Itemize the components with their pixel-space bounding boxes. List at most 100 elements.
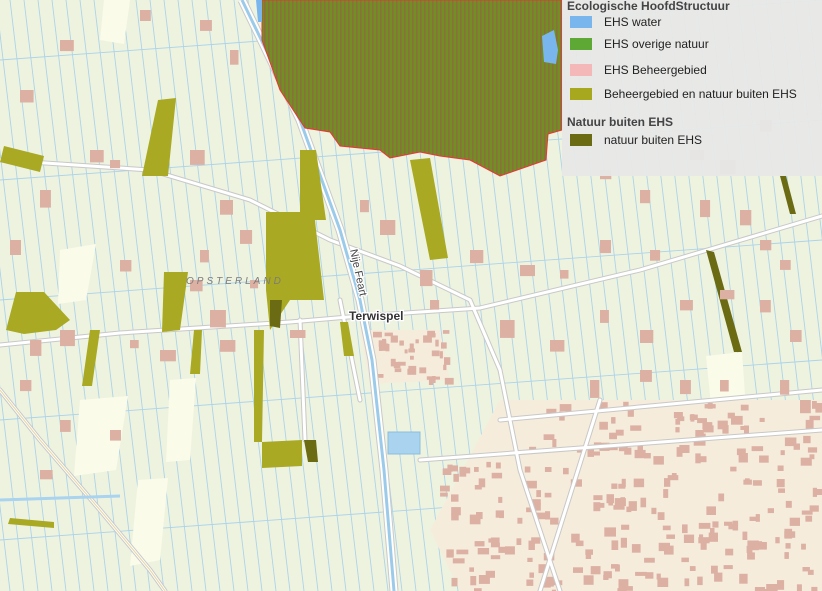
farm-building xyxy=(600,240,611,254)
building xyxy=(440,485,450,492)
farm-building xyxy=(120,260,132,272)
building xyxy=(447,464,453,472)
building xyxy=(440,492,448,497)
building xyxy=(524,466,531,473)
farm-building xyxy=(650,250,661,261)
building xyxy=(697,576,703,586)
building xyxy=(399,340,404,346)
building xyxy=(390,335,398,343)
building xyxy=(408,365,417,369)
farm-building xyxy=(200,20,212,31)
building xyxy=(657,512,665,520)
building xyxy=(618,483,626,489)
building xyxy=(712,521,719,528)
farm-building xyxy=(220,200,233,215)
building xyxy=(604,527,616,537)
swatch-ehs-overige xyxy=(570,38,592,50)
building xyxy=(451,494,459,502)
farm-building xyxy=(110,160,121,169)
building xyxy=(775,537,780,544)
building xyxy=(544,492,552,498)
farm-building xyxy=(640,190,651,204)
farm-building xyxy=(10,240,21,255)
building xyxy=(743,479,752,485)
building xyxy=(611,540,619,550)
building xyxy=(754,587,765,591)
building xyxy=(690,414,695,422)
building xyxy=(423,335,432,343)
building xyxy=(767,508,774,514)
building xyxy=(704,404,716,409)
building xyxy=(724,521,733,526)
farm-building xyxy=(800,400,811,414)
building xyxy=(698,522,711,529)
building xyxy=(474,467,479,472)
farm-building xyxy=(200,250,209,263)
building xyxy=(714,572,723,582)
building xyxy=(644,557,655,563)
building xyxy=(785,543,791,549)
building xyxy=(698,537,710,544)
building xyxy=(747,552,755,560)
building xyxy=(504,546,515,555)
legend-label: EHS Beheergebied xyxy=(604,63,707,77)
farm-building xyxy=(640,330,654,343)
building xyxy=(742,531,748,540)
building xyxy=(593,502,601,512)
building xyxy=(621,524,630,530)
building xyxy=(456,549,469,555)
building xyxy=(498,496,503,503)
farm-building xyxy=(20,90,34,103)
legend-item-beheergebied: Beheergebied en natuur buiten EHS xyxy=(570,87,797,101)
farm-building xyxy=(140,10,151,21)
building xyxy=(452,558,465,564)
farm-building xyxy=(590,380,600,398)
building xyxy=(807,447,818,453)
building xyxy=(491,472,503,479)
building xyxy=(611,483,618,489)
building xyxy=(801,510,813,515)
building xyxy=(382,338,387,344)
farm-building xyxy=(220,340,236,352)
building xyxy=(815,403,822,413)
building xyxy=(526,579,534,586)
building xyxy=(683,534,695,543)
building xyxy=(415,339,419,344)
farm-building xyxy=(60,330,75,347)
building xyxy=(536,490,541,498)
farm-building xyxy=(680,300,693,311)
farm-building xyxy=(780,260,791,270)
building xyxy=(784,552,789,559)
building xyxy=(493,542,500,547)
building xyxy=(653,456,664,465)
legend-label: EHS overige natuur xyxy=(604,37,709,51)
building xyxy=(490,555,501,560)
building xyxy=(803,435,811,444)
building xyxy=(451,577,458,587)
farm-building xyxy=(680,380,691,395)
building xyxy=(635,571,647,576)
farm-building xyxy=(500,320,515,338)
farm-building xyxy=(560,270,569,279)
building xyxy=(441,342,447,349)
building xyxy=(796,584,802,591)
farm-building xyxy=(470,250,484,264)
building xyxy=(373,331,382,338)
building xyxy=(752,480,762,486)
building xyxy=(571,533,580,543)
building xyxy=(394,368,402,373)
building xyxy=(609,432,617,440)
building xyxy=(725,548,734,556)
building xyxy=(802,567,810,572)
building xyxy=(517,517,523,524)
farm-building xyxy=(290,330,306,338)
building xyxy=(379,347,387,351)
building xyxy=(789,517,800,526)
legend-label: EHS water xyxy=(604,15,662,29)
farm-building xyxy=(360,200,369,213)
building xyxy=(630,425,642,431)
farm-building xyxy=(600,310,609,323)
building xyxy=(407,368,417,375)
building xyxy=(435,339,439,347)
building xyxy=(442,330,450,334)
